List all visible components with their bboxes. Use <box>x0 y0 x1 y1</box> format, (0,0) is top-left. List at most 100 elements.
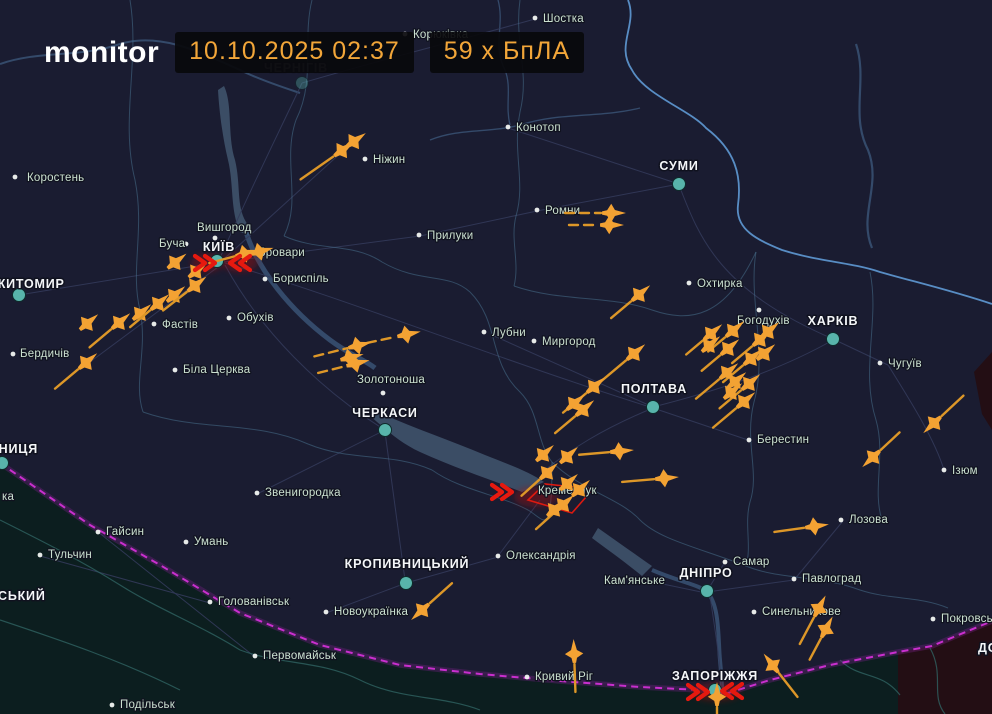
city-dot <box>757 308 762 313</box>
city-dot <box>13 175 18 180</box>
city-major: СЬКИЙ <box>0 588 46 603</box>
city-dot <box>496 554 501 559</box>
city-label: КИЇВ <box>203 239 235 254</box>
city-minor: Синельникове <box>752 606 841 618</box>
city-dot <box>525 675 530 680</box>
city-label: Подільськ <box>120 699 176 711</box>
city-dot <box>253 654 258 659</box>
city-dot <box>827 333 840 346</box>
city-dot <box>363 157 368 162</box>
city-label: Чугуїв <box>888 358 922 370</box>
city-label: Кам'янське <box>604 575 665 587</box>
city-minor: Павлоград <box>792 573 862 585</box>
city-label: Умань <box>194 536 228 548</box>
city-minor: Корюківка <box>403 29 469 41</box>
city-dot <box>723 560 728 565</box>
city-dot <box>38 553 43 558</box>
city-dot <box>379 424 392 437</box>
city-label: Бердичів <box>20 348 69 360</box>
city-minor: Біла Церква <box>173 364 251 376</box>
city-label: Вишгород <box>197 222 252 234</box>
city-dot <box>747 438 752 443</box>
city-label: Корюківка <box>413 29 469 41</box>
city-minor: Подільськ <box>110 699 176 711</box>
map-base-layer <box>0 0 992 714</box>
city-minor: Бердичів <box>11 348 70 360</box>
city-label: Бориспіль <box>273 273 329 285</box>
city-label: ка <box>2 491 14 503</box>
city-minor: Буча <box>159 238 188 250</box>
city-dot <box>752 610 757 615</box>
city-label: ЗАПОРІЖЖЯ <box>672 669 758 683</box>
city-dot <box>535 208 540 213</box>
city-minor: Голованівськ <box>208 596 290 608</box>
city-label: Біла Церква <box>183 364 251 376</box>
city-minor: ка <box>2 491 14 503</box>
city-dot <box>263 277 268 282</box>
city-label: Коростень <box>27 172 84 184</box>
drone-trail <box>574 664 575 692</box>
city-dot <box>701 585 714 598</box>
city-label: Золотоноша <box>357 374 425 386</box>
city-dot <box>110 703 115 708</box>
city-label: ХАРКІВ <box>808 314 859 328</box>
city-dot <box>184 540 189 545</box>
city-dot <box>208 600 213 605</box>
city-label: Голованівськ <box>218 596 290 608</box>
city-minor: Миргород <box>532 336 596 348</box>
city-label: Миргород <box>542 336 596 348</box>
drone-monitor-app: КИЇВ ЧЕРНІГІВ СУМИ ХАРКІВ ПОЛТАВА ЧЕРКАСИ КРОП… <box>0 0 992 714</box>
city-label: Лубни <box>492 327 526 339</box>
city-label: ЖИТОМИР <box>0 277 65 291</box>
city-dot <box>931 617 936 622</box>
city-label: Буча <box>159 238 186 250</box>
city-label: Самар <box>733 556 770 568</box>
city-dot <box>792 577 797 582</box>
city-label: ДОНЕЦЬК <box>978 641 992 655</box>
city-dot <box>482 330 487 335</box>
city-label: Лозова <box>849 514 888 526</box>
city-label: Звенигородка <box>265 487 341 499</box>
city-dot <box>0 457 9 470</box>
city-dot <box>403 32 408 37</box>
city-label: Конотоп <box>516 122 561 134</box>
city-label: Охтирка <box>697 278 743 290</box>
city-label: ЧЕРНІГІВ <box>264 61 328 75</box>
city-minor: Новоукраїнка <box>324 606 409 618</box>
city-dot <box>381 391 386 396</box>
city-label: Богодухів <box>737 315 790 327</box>
city-label: СУМИ <box>659 159 698 173</box>
city-label: ДНІПРО <box>679 566 732 580</box>
city-dot <box>227 316 232 321</box>
city-dot <box>687 281 692 286</box>
city-dot <box>296 77 309 90</box>
city-label: Синельникове <box>762 606 841 618</box>
city-label: СЬКИЙ <box>0 588 46 603</box>
city-dot <box>173 368 178 373</box>
city-label: Покровськ <box>941 613 992 625</box>
city-label: ЧЕРКАСИ <box>352 406 417 420</box>
city-dot <box>673 178 686 191</box>
city-label: Кривий Ріг <box>535 671 593 683</box>
city-label: Обухів <box>237 312 274 324</box>
city-dot <box>213 236 218 241</box>
city-label: КРОПИВНИЦЬКИЙ <box>345 556 470 571</box>
city-dot <box>942 468 947 473</box>
city-label: Первомайськ <box>263 650 337 662</box>
city-minor: Олександрія <box>496 550 576 562</box>
map-canvas[interactable]: КИЇВ ЧЕРНІГІВ СУМИ ХАРКІВ ПОЛТАВА ЧЕРКАСИ КРОП… <box>0 0 992 714</box>
city-label: ПОЛТАВА <box>621 382 687 396</box>
city-label: Ніжин <box>373 154 405 166</box>
city-label: Новоукраїнка <box>334 606 409 618</box>
city-dot <box>839 518 844 523</box>
city-label: Ізюм <box>952 465 978 477</box>
city-dot <box>506 125 511 130</box>
city-label: Ромни <box>545 205 580 217</box>
city-minor: Кривий Ріг <box>525 671 593 683</box>
city-dot <box>532 339 537 344</box>
city-label: Прилуки <box>427 230 473 242</box>
city-label: Гайсин <box>106 526 144 538</box>
city-label: Берестин <box>757 434 809 446</box>
city-label: ВІННИЦЯ <box>0 442 38 456</box>
city-dot <box>400 577 413 590</box>
